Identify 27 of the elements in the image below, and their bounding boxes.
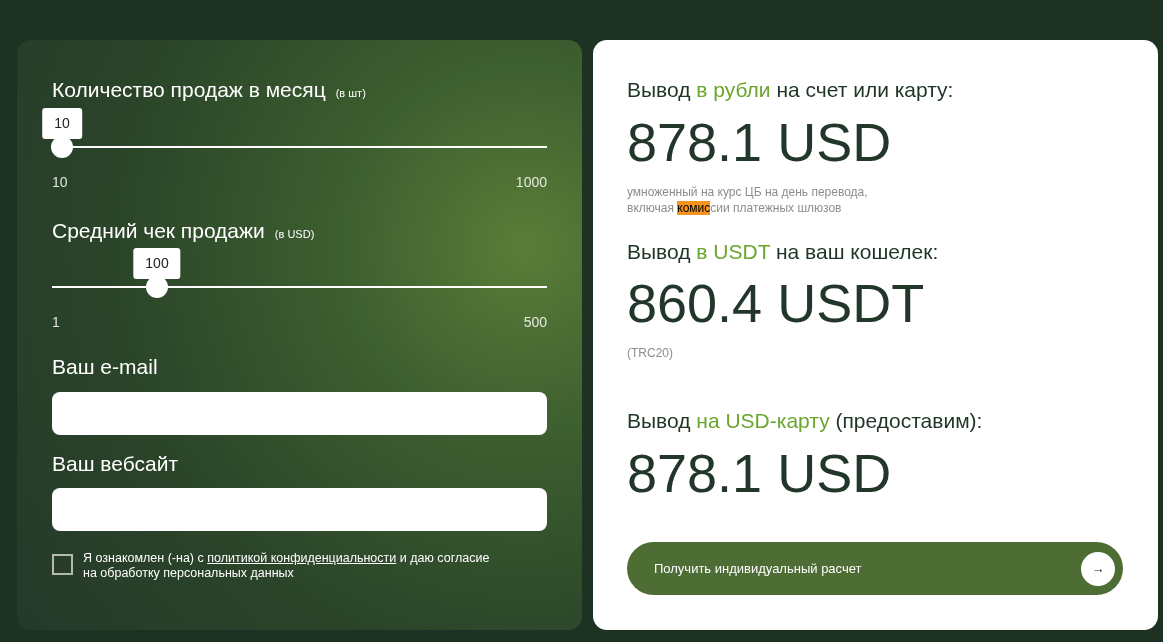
- privacy-policy-link[interactable]: политикой конфиденциальности: [207, 551, 397, 565]
- range-max-label: 500: [523, 313, 547, 332]
- value-tooltip: 10: [42, 107, 82, 139]
- result-title: Вывод на USD-карту (предоставим):: [627, 408, 984, 434]
- consent-text: Я ознакомлен (-на) с политикой конфиденциальности и даю согласие на обработку персональных данных: [83, 551, 491, 581]
- checkbox[interactable]: [52, 554, 73, 575]
- result-amount: 860.4 USDT: [627, 272, 926, 335]
- result-title: Вывод в рубли на счет или карту:: [627, 77, 955, 103]
- input-field[interactable]: [52, 391, 547, 435]
- slider-label: Количество продаж в месяц: [52, 77, 326, 103]
- field-label: Ваш вебсайт: [52, 450, 180, 477]
- slider-label: Средний чек продажи: [52, 217, 265, 244]
- slider-thumb[interactable]: [146, 276, 168, 298]
- range-max-label: 1000: [515, 172, 547, 192]
- input-field[interactable]: [52, 488, 547, 531]
- value-tooltip: 100: [133, 248, 181, 279]
- slider-track[interactable]: [52, 276, 547, 298]
- result-amount: 878.1 USD: [627, 441, 893, 505]
- range-min-label: 1: [52, 313, 60, 332]
- result-note: (TRC20): [627, 345, 674, 361]
- result-title: Вывод в USDT на ваш кошелек:: [627, 238, 940, 265]
- range-min-label: 10: [52, 172, 68, 192]
- unit-label: (в шт): [335, 86, 366, 101]
- result-amount: 878.1 USD: [627, 110, 893, 174]
- unit-label: (в USD): [274, 226, 315, 242]
- cta-button[interactable]: Получить индивидуальный расчет →: [627, 542, 1123, 595]
- field-label: Ваш e-mail: [52, 354, 159, 380]
